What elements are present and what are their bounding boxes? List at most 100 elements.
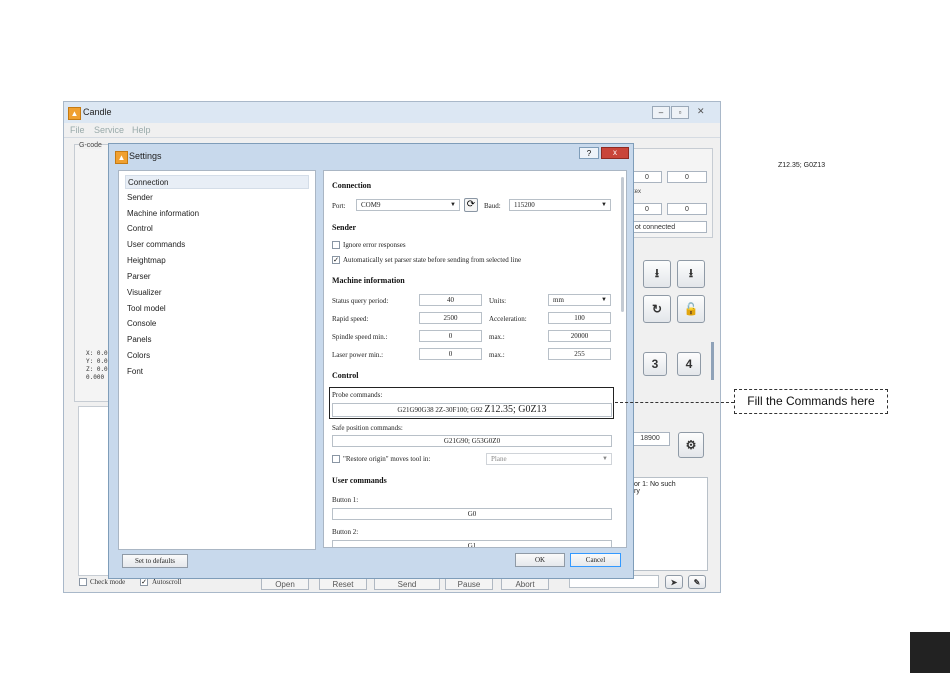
machine-coord-box-2: 0 — [667, 203, 707, 215]
close-icon[interactable]: ✕ — [697, 106, 705, 117]
probe-commands-value: G21G90G38 2Z-30F100; G92 — [397, 406, 483, 414]
laser-min-field[interactable]: 0 — [419, 348, 482, 360]
set-defaults-button[interactable]: Set to defaults — [122, 554, 188, 568]
menu-service[interactable]: Service — [94, 125, 124, 135]
safe-position-field[interactable]: G21G90; G53G0Z0 — [332, 435, 612, 447]
button2-field[interactable]: G1 — [332, 540, 612, 547]
nav-colors[interactable]: Colors — [125, 349, 309, 363]
reset-file-button[interactable]: Reset — [319, 578, 367, 590]
settings-dialog: ▲ Settings ? x Connection Sender Machine… — [108, 143, 634, 579]
acceleration-field[interactable]: 100 — [548, 312, 611, 324]
minimize-icon[interactable]: – — [652, 106, 670, 119]
coord-x: X: 0.0 — [86, 350, 108, 357]
work-coord-box-1: 0 — [632, 171, 662, 183]
unlock-button[interactable]: 🔓 — [677, 295, 705, 323]
menu-help[interactable]: Help — [132, 125, 151, 135]
send-button[interactable]: Send — [374, 578, 440, 590]
content-scrollbar[interactable] — [621, 177, 624, 312]
coord-y: Y: 0.0 — [86, 358, 108, 365]
baud-label: Baud: — [484, 202, 501, 210]
chevron-down-icon: ▼ — [602, 456, 608, 462]
nav-heightmap[interactable]: Heightmap — [125, 254, 309, 268]
nav-machine-information[interactable]: Machine information — [125, 207, 309, 221]
nav-parser[interactable]: Parser — [125, 270, 309, 284]
units-select[interactable]: mm ▼ — [548, 294, 611, 306]
coord-value: 0.000 — [86, 374, 105, 381]
probe-z-button[interactable]: ⭳ — [643, 260, 671, 288]
menu-divider — [64, 137, 720, 138]
settings-nav: Connection Sender Machine information Co… — [118, 170, 316, 550]
units-value: mm — [553, 296, 564, 304]
auto-parser-checkbox[interactable]: ✓ — [332, 256, 340, 264]
restore-origin-value: Plane — [491, 455, 507, 463]
reset-button[interactable]: ↻ — [643, 295, 671, 323]
sender-heading: Sender — [332, 223, 356, 232]
connection-heading: Connection — [332, 181, 372, 190]
safe-position-label: Safe position commands: — [332, 424, 403, 432]
top-right-annotation: Z12.35; G0Z13 — [778, 162, 826, 169]
laser-min-label: Laser power min.: — [332, 351, 384, 359]
nav-tool-model[interactable]: Tool model — [125, 302, 309, 316]
maximize-icon[interactable]: ▫ — [671, 106, 689, 119]
port-value: COM9 — [361, 201, 381, 209]
status-query-field[interactable]: 40 — [419, 294, 482, 306]
callout-leader-line — [615, 402, 734, 403]
settings-titlebar: ▲ Settings ? x — [109, 144, 633, 168]
spindle-max-label: max.: — [489, 333, 505, 341]
clear-console-icon[interactable]: ✎ — [688, 575, 706, 589]
probe-commands-value-tail: Z12.35; G0Z13 — [484, 404, 547, 415]
zero-z-button[interactable]: ⭳ — [677, 260, 705, 288]
button1-field[interactable]: G0 — [332, 508, 612, 520]
check-mode-checkbox[interactable] — [79, 578, 87, 586]
refresh-ports-icon[interactable]: ⟳ — [464, 198, 478, 212]
laser-max-field[interactable]: 255 — [548, 348, 611, 360]
autoscroll-checkbox[interactable]: ✓ — [140, 578, 148, 586]
nav-connection[interactable]: Connection — [125, 175, 309, 189]
chevron-down-icon: ▼ — [601, 297, 607, 303]
coord-z: Z: 0.0 — [86, 366, 108, 373]
nav-panels[interactable]: Panels — [125, 333, 309, 347]
panel-scrollbar[interactable] — [711, 342, 714, 380]
console-output: or 1: No such ry — [630, 477, 708, 571]
ignore-errors-checkbox[interactable] — [332, 241, 340, 249]
nav-visualizer[interactable]: Visualizer — [125, 286, 309, 300]
spindle-speed-box[interactable]: 18900 — [630, 432, 670, 446]
port-label: Port: — [332, 202, 346, 210]
baud-select[interactable]: 115200 ▼ — [509, 199, 611, 211]
chevron-down-icon: ▼ — [450, 202, 456, 208]
abort-button[interactable]: Abort — [501, 578, 549, 590]
nav-console[interactable]: Console — [125, 317, 309, 331]
rapid-speed-field[interactable]: 2500 — [419, 312, 482, 324]
pause-button[interactable]: Pause — [445, 578, 493, 590]
restore-origin-select[interactable]: Plane ▼ — [486, 453, 612, 465]
nav-sender[interactable]: Sender — [125, 191, 309, 205]
status-fragment: tex — [633, 189, 642, 195]
main-titlebar: ▲ Candle – ▫ ✕ — [64, 102, 720, 123]
rapid-speed-label: Rapid speed: — [332, 315, 369, 323]
ok-button[interactable]: OK — [515, 553, 565, 567]
nav-user-commands[interactable]: User commands — [125, 238, 309, 252]
cancel-button[interactable]: Cancel — [570, 553, 621, 567]
units-label: Units: — [489, 297, 507, 305]
candle-app-icon: ▲ — [68, 107, 81, 120]
probe-commands-field[interactable]: G21G90G38 2Z-30F100; G92 Z12.35; G0Z13 — [332, 403, 612, 417]
nav-control[interactable]: Control — [125, 222, 309, 236]
nav-font[interactable]: Font — [125, 365, 309, 379]
menu-file[interactable]: File — [70, 125, 85, 135]
baud-value: 115200 — [514, 201, 535, 209]
spindle-max-field[interactable]: 20000 — [548, 330, 611, 342]
port-select[interactable]: COM9 ▼ — [356, 199, 460, 211]
open-button[interactable]: Open — [261, 578, 309, 590]
jog-button-4[interactable]: 4 — [677, 352, 701, 376]
restore-origin-checkbox[interactable] — [332, 455, 340, 463]
probe-commands-label: Probe commands: — [332, 391, 383, 399]
spindle-min-field[interactable]: 0 — [419, 330, 482, 342]
settings-title: Settings — [129, 151, 162, 161]
button1-label: Button 1: — [332, 496, 359, 504]
acceleration-label: Acceleration: — [489, 315, 527, 323]
send-command-icon[interactable]: ➤ — [665, 575, 683, 589]
settings-close-button[interactable]: x — [601, 147, 629, 159]
spindle-gear-icon[interactable]: ⚙ — [678, 432, 704, 458]
jog-button-3[interactable]: 3 — [643, 352, 667, 376]
help-button[interactable]: ? — [579, 147, 599, 159]
